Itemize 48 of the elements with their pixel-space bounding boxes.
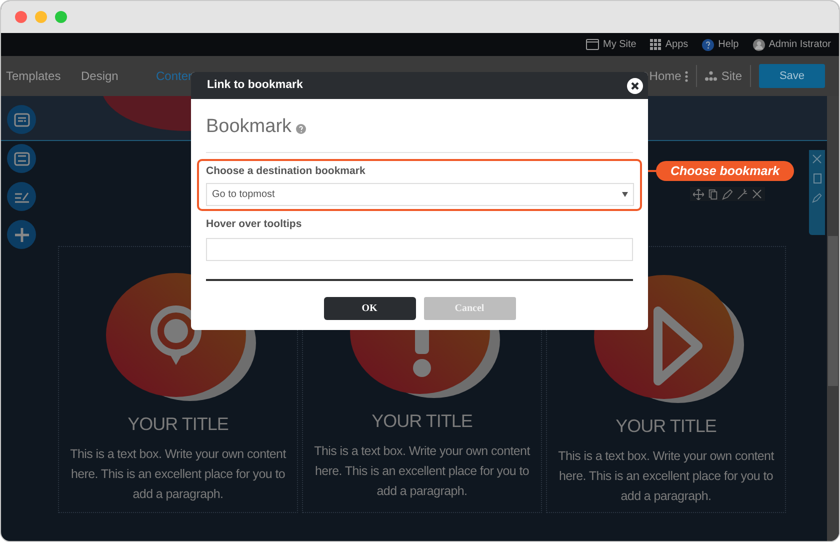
help-icon[interactable] <box>296 124 306 134</box>
wand-icon[interactable] <box>737 188 748 200</box>
copy-icon[interactable] <box>708 188 718 200</box>
edit-text-button[interactable] <box>7 182 36 211</box>
dialog-title: Link to bookmark <box>207 78 303 93</box>
avatar-icon <box>752 38 765 50</box>
pencil-icon[interactable] <box>812 193 822 203</box>
more-icon[interactable] <box>685 70 688 82</box>
scrollbar[interactable] <box>827 96 839 541</box>
dialog-heading: Bookmark <box>206 115 292 139</box>
site-menu-link[interactable]: My Site <box>603 37 636 52</box>
save-button[interactable] <box>7 144 36 173</box>
field-label: Hover over tooltips <box>206 217 303 232</box>
tooltip-input[interactable] <box>206 238 633 260</box>
page-menu[interactable]: Home <box>649 67 682 85</box>
feature-title: YOUR TITLE <box>126 413 230 436</box>
minimize-window-dot[interactable] <box>35 11 47 23</box>
feature-text: This is a text box. Write your own content here. This is an excellent place for you to add a paragraph. <box>557 448 776 505</box>
site-menu[interactable]: Site <box>721 67 742 85</box>
sitemap-icon <box>705 71 718 81</box>
nav-tab[interactable]: Templates <box>6 67 81 85</box>
close-window-dot[interactable] <box>15 11 27 23</box>
plus-icon <box>14 226 30 242</box>
caret-icon <box>622 192 628 198</box>
feature-title: YOUR TITLE <box>370 410 474 433</box>
feature-title: YOUR TITLE <box>614 415 718 438</box>
browser-icon <box>586 39 600 50</box>
pencil-icon[interactable] <box>722 188 733 200</box>
user-menu-link[interactable]: Admin Istrator <box>768 37 831 52</box>
close-icon[interactable] <box>627 78 643 94</box>
grid-icon <box>650 39 662 50</box>
move-icon[interactable] <box>693 188 704 200</box>
feature-text: This is a text box. Write your own content here. This is an excellent place for you to add a paragraph. <box>69 446 288 503</box>
callout-label: Choose bookmark <box>656 161 794 181</box>
apps-menu-link[interactable]: Apps <box>665 37 688 52</box>
save-icon <box>14 150 30 166</box>
help-icon <box>702 38 714 50</box>
layout-icon <box>14 112 30 128</box>
bookmark-select[interactable]: Go to topmost <box>206 183 634 206</box>
copy-icon[interactable] <box>812 173 822 184</box>
maximize-window-dot[interactable] <box>55 11 67 23</box>
nav-tab[interactable]: Design <box>81 67 156 85</box>
plus-button[interactable] <box>7 220 36 249</box>
ok-button[interactable]: OK <box>324 297 416 320</box>
help-menu-link[interactable]: Help <box>718 37 739 52</box>
save-button[interactable]: Save <box>759 64 825 88</box>
field-label: Choose a destination bookmark <box>206 164 366 178</box>
feature-text: This is a text box. Write your own content here. This is an excellent place for you to add a paragraph. <box>313 443 532 500</box>
